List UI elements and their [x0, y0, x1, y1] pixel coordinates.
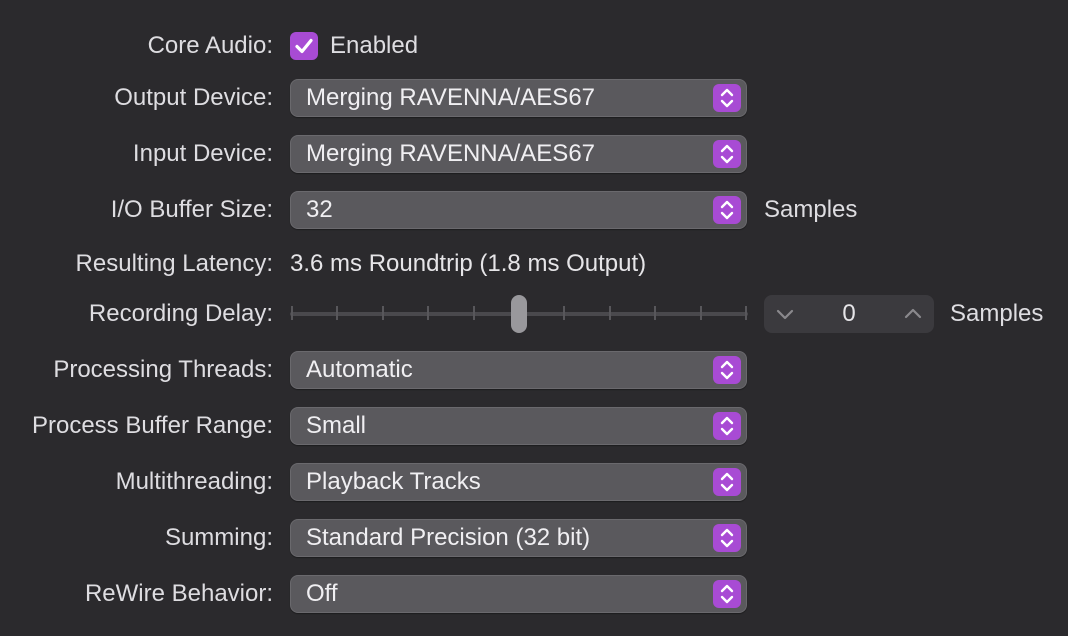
- summing-popup[interactable]: Standard Precision (32 bit): [290, 519, 747, 557]
- slider-tick: [563, 306, 566, 320]
- slider-tick: [608, 306, 611, 320]
- popup-chevrons-icon: [713, 84, 741, 112]
- multithreading-popup[interactable]: Playback Tracks: [290, 463, 747, 501]
- slider-tick: [427, 306, 430, 320]
- recording-delay-value[interactable]: 0: [804, 295, 894, 333]
- process-buffer-range-popup[interactable]: Small: [290, 407, 747, 445]
- io-buffer-size-row: I/O Buffer Size: 32 Samples: [0, 190, 1068, 230]
- rewire-behavior-value: Off: [306, 580, 338, 607]
- io-buffer-size-label: I/O Buffer Size:: [110, 196, 273, 223]
- recording-delay-row: Recording Delay: 0 Samples: [0, 294, 1068, 334]
- input-device-value: Merging RAVENNA/AES67: [306, 140, 596, 167]
- process-buffer-range-label: Process Buffer Range:: [31, 412, 273, 439]
- popup-chevrons-icon: [713, 356, 741, 384]
- recording-delay-stepper: 0: [764, 295, 934, 333]
- slider-tick: [699, 306, 702, 320]
- input-device-popup[interactable]: Merging RAVENNA/AES67: [290, 135, 747, 173]
- resulting-latency-label: Resulting Latency:: [75, 250, 273, 277]
- summing-label: Summing:: [164, 524, 273, 551]
- rewire-behavior-row: ReWire Behavior: Off: [0, 574, 1068, 614]
- popup-chevrons-icon: [713, 196, 741, 224]
- popup-chevrons-icon: [713, 412, 741, 440]
- slider-tick: [381, 306, 384, 320]
- input-device-row: Input Device: Merging RAVENNA/AES67: [0, 134, 1068, 174]
- recording-delay-unit: Samples: [950, 300, 1044, 327]
- core-audio-enabled-checkbox[interactable]: [290, 32, 318, 60]
- core-audio-label: Core Audio:: [147, 32, 273, 59]
- checkmark-icon: [295, 38, 313, 54]
- multithreading-row: Multithreading: Playback Tracks: [0, 462, 1068, 502]
- processing-threads-row: Processing Threads: Automatic: [0, 350, 1068, 390]
- rewire-behavior-label: ReWire Behavior:: [84, 580, 273, 607]
- io-buffer-size-unit: Samples: [764, 196, 858, 223]
- summing-row: Summing: Standard Precision (32 bit): [0, 518, 1068, 558]
- io-buffer-size-popup[interactable]: 32: [290, 191, 747, 229]
- output-device-row: Output Device: Merging RAVENNA/AES67: [0, 78, 1068, 118]
- process-buffer-range-row: Process Buffer Range: Small: [0, 406, 1068, 446]
- resulting-latency-value: 3.6 ms Roundtrip (1.8 ms Output): [290, 250, 647, 277]
- process-buffer-range-value: Small: [306, 412, 367, 439]
- slider-knob[interactable]: [511, 295, 527, 333]
- slider-tick: [472, 306, 475, 320]
- output-device-label: Output Device:: [114, 84, 273, 111]
- output-device-popup[interactable]: Merging RAVENNA/AES67: [290, 79, 747, 117]
- popup-chevrons-icon: [713, 524, 741, 552]
- recording-delay-slider[interactable]: [290, 294, 748, 334]
- popup-chevrons-icon: [713, 468, 741, 496]
- core-audio-row: Core Audio: Enabled: [0, 26, 1068, 66]
- summing-value: Standard Precision (32 bit): [306, 524, 591, 551]
- popup-chevrons-icon: [713, 140, 741, 168]
- output-device-value: Merging RAVENNA/AES67: [306, 84, 596, 111]
- recording-delay-label: Recording Delay:: [88, 300, 273, 327]
- slider-tick: [745, 306, 747, 320]
- decrement-chevron-down-icon[interactable]: [770, 299, 800, 329]
- resulting-latency-row: Resulting Latency: 3.6 ms Roundtrip (1.8…: [0, 244, 1068, 284]
- input-device-label: Input Device:: [132, 140, 273, 167]
- slider-tick: [291, 306, 293, 320]
- processing-threads-label: Processing Threads:: [53, 356, 273, 383]
- processing-threads-popup[interactable]: Automatic: [290, 351, 747, 389]
- io-buffer-size-value: 32: [306, 196, 333, 223]
- audio-devices-preferences: Core Audio: Enabled Output Device: Mergi…: [0, 0, 1068, 636]
- slider-tick: [336, 306, 339, 320]
- multithreading-value: Playback Tracks: [306, 468, 481, 495]
- processing-threads-value: Automatic: [306, 356, 413, 383]
- increment-chevron-up-icon[interactable]: [898, 299, 928, 329]
- core-audio-enabled-label[interactable]: Enabled: [330, 26, 418, 66]
- popup-chevrons-icon: [713, 580, 741, 608]
- rewire-behavior-popup[interactable]: Off: [290, 575, 747, 613]
- multithreading-label: Multithreading:: [115, 468, 273, 495]
- slider-tick: [654, 306, 657, 320]
